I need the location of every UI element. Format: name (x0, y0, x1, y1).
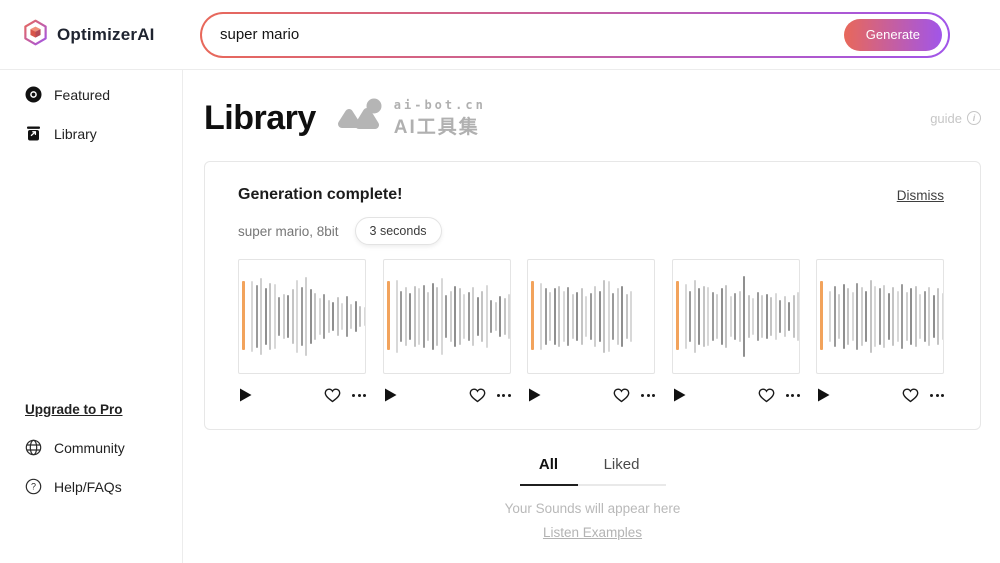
playhead (531, 281, 534, 350)
app-window: OptimizerAI Generate Featured (0, 0, 1000, 563)
like-button[interactable] (758, 388, 775, 403)
sidebar-item-label: Library (54, 126, 97, 142)
more-button[interactable] (352, 394, 366, 397)
generation-card: Generation complete! Dismiss super mario… (204, 161, 981, 430)
waveform-tile[interactable] (816, 259, 944, 374)
dismiss-link[interactable]: Dismiss (897, 188, 944, 203)
tab-liked[interactable]: Liked (578, 456, 666, 484)
like-button[interactable] (902, 388, 919, 403)
more-button[interactable] (641, 394, 655, 397)
like-button[interactable] (613, 388, 630, 403)
sidebar-item-label: Help/FAQs (54, 479, 122, 495)
sidebar-item-community[interactable]: Community (0, 429, 182, 466)
tab-all[interactable]: All (520, 456, 578, 484)
tab-underline (520, 484, 666, 486)
track-tile (383, 259, 511, 405)
play-button[interactable] (672, 387, 687, 403)
playhead (242, 281, 245, 350)
play-button[interactable] (527, 387, 542, 403)
tracks-row (238, 259, 944, 405)
like-button[interactable] (469, 388, 486, 403)
watermark-domain: ai-bot.cn (394, 98, 486, 112)
upgrade-to-pro-link[interactable]: Upgrade to Pro (25, 402, 182, 417)
library-icon (25, 125, 42, 142)
watermark-logo-icon (334, 98, 386, 139)
track-tile (816, 259, 944, 405)
waveform-tile[interactable] (383, 259, 511, 374)
sidebar-item-featured[interactable]: Featured (0, 76, 182, 113)
featured-icon (25, 86, 42, 103)
play-icon (816, 387, 831, 403)
prompt-input[interactable] (220, 26, 844, 43)
more-button[interactable] (497, 394, 511, 397)
page-title: Library (204, 99, 316, 138)
waveform-tile[interactable] (527, 259, 655, 374)
heart-icon (902, 388, 919, 403)
library-tabs: All Liked (520, 456, 666, 486)
play-button[interactable] (383, 387, 398, 403)
waveform-tile[interactable] (238, 259, 366, 374)
sidebar-item-label: Featured (54, 87, 110, 103)
globe-icon (25, 439, 42, 456)
play-icon (383, 387, 398, 403)
heart-icon (324, 388, 341, 403)
brand: OptimizerAI (0, 19, 178, 51)
sidebar: Featured Library Upgrade to Pro (0, 70, 183, 563)
track-tile (238, 259, 366, 405)
listen-examples-link[interactable]: Listen Examples (204, 525, 981, 540)
more-button[interactable] (786, 394, 800, 397)
generate-button[interactable]: Generate (844, 19, 942, 51)
ellipsis-icon (641, 394, 655, 397)
heart-icon (758, 388, 775, 403)
brand-logo-icon (22, 19, 49, 51)
main-content: Library ai-bot.cn AI工具集 (183, 70, 1000, 563)
sidebar-footer: Upgrade to Pro Community (0, 402, 182, 563)
playhead (676, 281, 679, 350)
empty-message: Your Sounds will appear here (204, 501, 981, 516)
play-icon (238, 387, 253, 403)
track-tile (527, 259, 655, 405)
sidebar-item-help[interactable]: ? Help/FAQs (0, 468, 182, 505)
sidebar-item-label: Community (54, 440, 125, 456)
ellipsis-icon (930, 394, 944, 397)
play-icon (672, 387, 687, 403)
svg-text:?: ? (31, 482, 36, 492)
watermark-caption: AI工具集 (394, 112, 486, 139)
playhead (387, 281, 390, 350)
prompt-summary: super mario, 8bit (238, 224, 339, 239)
info-icon: i (967, 111, 981, 125)
prompt-field-border: Generate (200, 12, 950, 58)
more-button[interactable] (930, 394, 944, 397)
track-tile (672, 259, 800, 405)
duration-badge: 3 seconds (355, 217, 442, 245)
guide-link[interactable]: guide i (930, 111, 981, 126)
brand-name: OptimizerAI (57, 25, 155, 45)
topbar: OptimizerAI Generate (0, 0, 1000, 70)
question-icon: ? (25, 478, 42, 495)
card-heading: Generation complete! (238, 186, 402, 204)
waveform-tile[interactable] (672, 259, 800, 374)
ellipsis-icon (497, 394, 511, 397)
watermark: ai-bot.cn AI工具集 (334, 98, 486, 139)
heart-icon (613, 388, 630, 403)
play-icon (527, 387, 542, 403)
ellipsis-icon (786, 394, 800, 397)
ellipsis-icon (352, 394, 366, 397)
sidebar-item-library[interactable]: Library (0, 115, 182, 152)
play-button[interactable] (816, 387, 831, 403)
heart-icon (469, 388, 486, 403)
play-button[interactable] (238, 387, 253, 403)
like-button[interactable] (324, 388, 341, 403)
playhead (820, 281, 823, 350)
